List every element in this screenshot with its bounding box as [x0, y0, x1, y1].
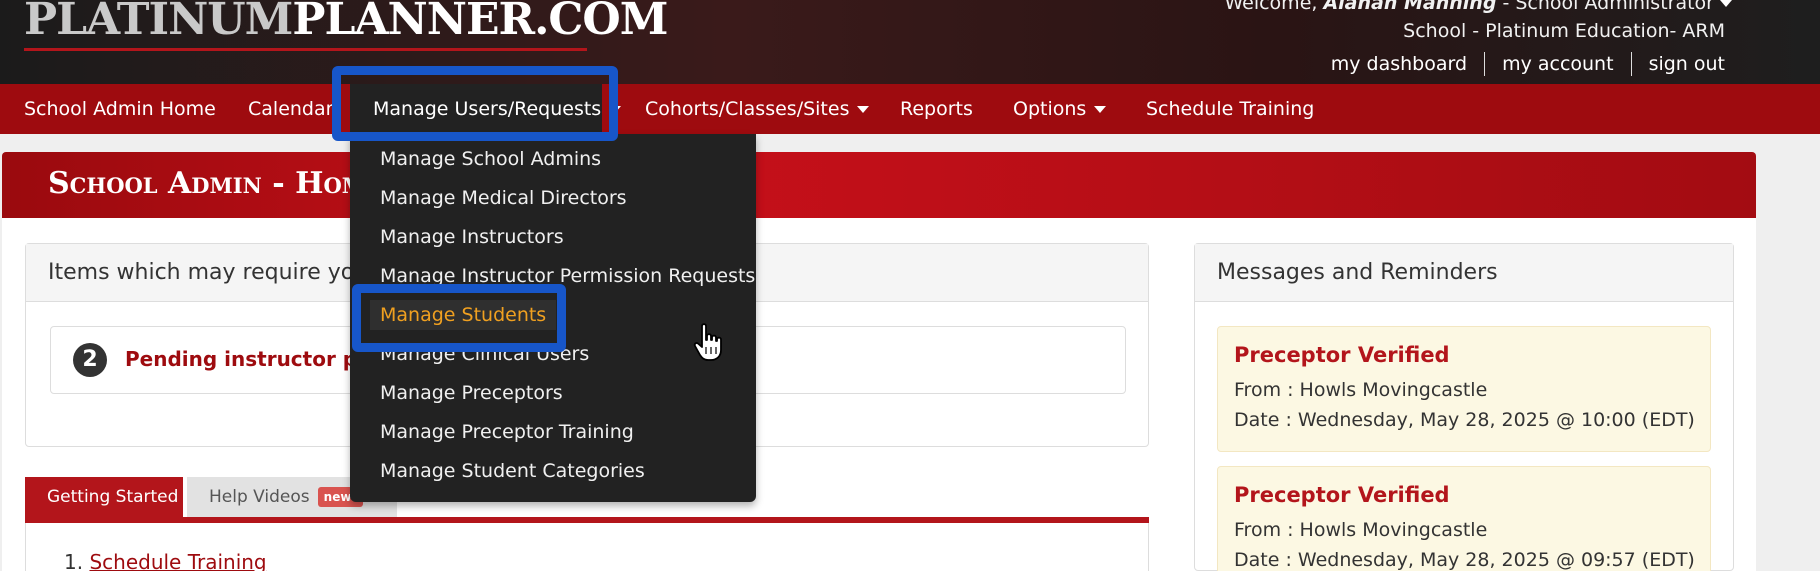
site-header: PLATINUMPLANNER.COM Welcome, Alanan Mann… — [0, 0, 1820, 84]
menu-item-manage-students[interactable]: Manage Students — [370, 300, 557, 330]
logo-text-1: PLATINUM — [24, 0, 293, 45]
user-links: my dashboard my account sign out — [1314, 52, 1725, 76]
nav-label: Cohorts/Classes/Sites — [645, 98, 850, 120]
messages-panel-title: Messages and Reminders — [1195, 244, 1733, 302]
nav-label: Options — [1013, 98, 1087, 120]
pending-count-badge: 2 — [73, 343, 107, 377]
menu-item-manage-instructor-permission-requests[interactable]: Manage Instructor Permission Requests — [380, 261, 755, 291]
nav-options[interactable]: Options — [1013, 84, 1107, 134]
main-nav: School Admin Home Calendar Manage Users/… — [0, 84, 1820, 134]
page-title: School Admin - Home — [48, 166, 381, 201]
welcome-user-menu[interactable]: Welcome, Alanan Manning - School Adminis… — [1224, 0, 1732, 14]
chevron-down-icon — [1720, 0, 1732, 7]
message-card[interactable]: Preceptor Verified From : Howls Movingca… — [1217, 326, 1711, 452]
logo-underline — [24, 48, 587, 51]
nav-manage-users-requests[interactable]: Manage Users/Requests — [373, 84, 622, 134]
list-item: 1. Schedule Training — [64, 550, 267, 571]
chevron-down-icon — [1094, 106, 1107, 113]
message-title: Preceptor Verified — [1234, 483, 1450, 507]
menu-item-manage-instructors[interactable]: Manage Instructors — [380, 222, 564, 252]
my-dashboard-link[interactable]: my dashboard — [1314, 52, 1484, 76]
menu-item-manage-clinical-users[interactable]: Manage Clinical Users — [380, 339, 589, 369]
welcome-prefix: Welcome, — [1224, 0, 1324, 14]
nav-label: School Admin Home — [24, 98, 216, 120]
hand-cursor-icon — [693, 323, 722, 361]
menu-item-manage-medical-directors[interactable]: Manage Medical Directors — [380, 183, 627, 213]
nav-cohorts-classes-sites[interactable]: Cohorts/Classes/Sites — [645, 84, 870, 134]
list-number: 1. — [64, 550, 90, 571]
nav-label: Manage Users/Requests — [373, 98, 602, 120]
nav-school-admin-home[interactable]: School Admin Home — [24, 84, 216, 134]
message-title: Preceptor Verified — [1234, 343, 1450, 367]
schedule-training-link[interactable]: Schedule Training — [89, 550, 266, 571]
message-date: Date : Wednesday, May 28, 2025 @ 10:00 (… — [1234, 409, 1695, 431]
nav-label: Calendar — [248, 98, 334, 120]
tab-label: Getting Started — [47, 487, 179, 507]
user-role: - School Administrator — [1496, 0, 1714, 14]
chevron-down-icon — [609, 106, 622, 113]
nav-reports[interactable]: Reports — [900, 84, 973, 134]
manage-users-dropdown: Manage School Admins Manage Medical Dire… — [350, 134, 756, 502]
nav-label: Schedule Training — [1146, 98, 1315, 120]
message-date: Date : Wednesday, May 28, 2025 @ 09:57 (… — [1234, 549, 1695, 571]
nav-schedule-training[interactable]: Schedule Training — [1146, 84, 1314, 134]
logo-text-2: PLANNER.COM — [292, 0, 668, 45]
messages-panel: Messages and Reminders Preceptor Verifie… — [1194, 243, 1734, 571]
chevron-down-icon — [857, 106, 870, 113]
menu-item-manage-student-categories[interactable]: Manage Student Categories — [380, 456, 645, 486]
site-logo[interactable]: PLATINUMPLANNER.COM — [24, 0, 668, 45]
message-from: From : Howls Movingcastle — [1234, 379, 1488, 401]
user-name: Alanan Manning — [1323, 0, 1497, 14]
tab-getting-started[interactable]: Getting Started — [25, 477, 183, 517]
nav-label: Reports — [900, 98, 973, 120]
message-from: From : Howls Movingcastle — [1234, 519, 1488, 541]
message-card[interactable]: Preceptor Verified From : Howls Movingca… — [1217, 466, 1711, 571]
menu-item-manage-preceptors[interactable]: Manage Preceptors — [380, 378, 563, 408]
sign-out-link[interactable]: sign out — [1630, 52, 1725, 76]
school-name: School - Platinum Education- ARM — [1403, 20, 1725, 42]
my-account-link[interactable]: my account — [1484, 52, 1631, 76]
page-title-bar: School Admin - Home — [2, 152, 1756, 218]
tab-label: Help Videos — [209, 487, 310, 507]
menu-item-manage-school-admins[interactable]: Manage School Admins — [380, 144, 601, 174]
menu-item-manage-preceptor-training[interactable]: Manage Preceptor Training — [380, 417, 634, 447]
nav-calendar[interactable]: Calendar — [248, 84, 333, 134]
